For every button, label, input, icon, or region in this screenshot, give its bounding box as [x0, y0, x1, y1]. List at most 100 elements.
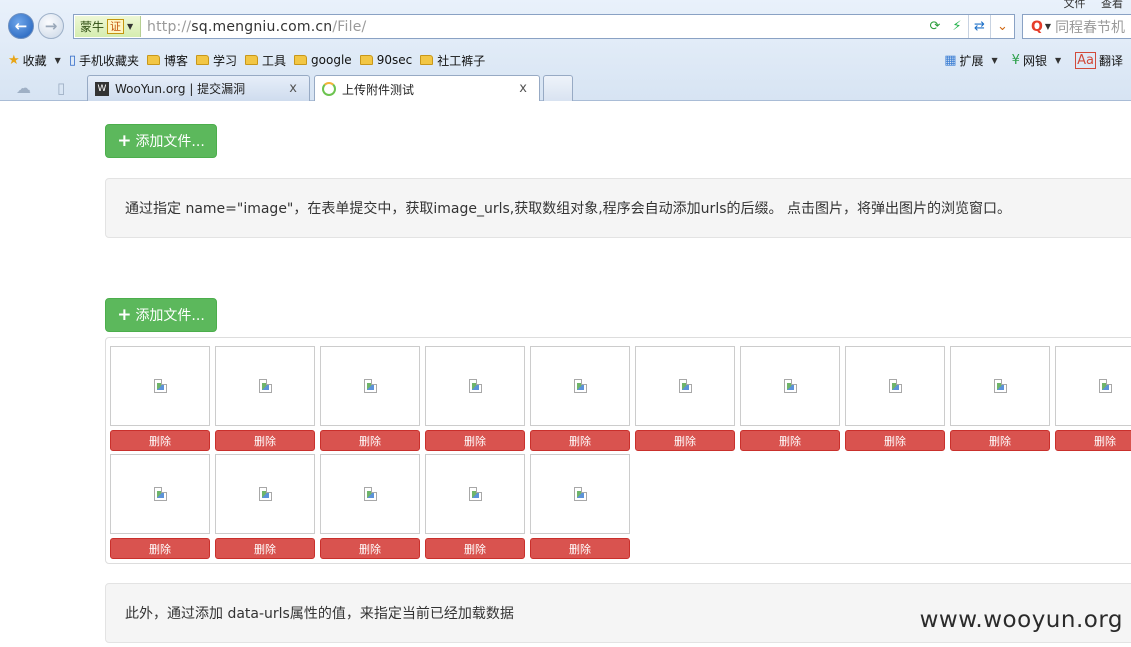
thumbnail-preview[interactable]	[110, 454, 210, 534]
delete-button[interactable]: 删除	[110, 430, 210, 451]
search-box[interactable]: Q ▼ 同程春节机	[1022, 14, 1131, 39]
toolbar-right: ▦ 扩展 ▼ ¥ 网银 ▼ Aa 翻译	[930, 48, 1123, 72]
browser-chrome: 文件 查看 ← → 蒙牛 证 ▼ http://sq.mengniu.com.c…	[0, 0, 1131, 102]
favorite-label: 学习	[213, 53, 238, 68]
favorite-folder-tools[interactable]: 工具	[245, 52, 286, 69]
site-certificate-badge[interactable]: 蒙牛 证 ▼	[75, 16, 141, 37]
delete-button[interactable]: 删除	[740, 430, 840, 451]
favorite-mobile[interactable]: ▯ 手机收藏夹	[69, 52, 139, 69]
back-button[interactable]: ←	[8, 13, 34, 39]
thumbnail-preview[interactable]	[530, 454, 630, 534]
delete-button[interactable]: 删除	[845, 430, 945, 451]
speed-mode-icon[interactable]: ⚡	[946, 15, 968, 38]
image-thumbnail: 删除	[425, 346, 525, 451]
delete-button[interactable]: 删除	[215, 430, 315, 451]
online-banking-label: 网银	[1022, 53, 1047, 68]
favorite-folder-social[interactable]: 社工裤子	[420, 52, 485, 69]
thumbnail-preview[interactable]	[740, 346, 840, 426]
thumbnail-preview[interactable]	[635, 346, 735, 426]
favorite-folder-90sec[interactable]: 90sec	[359, 53, 412, 67]
page-content: + 添加文件... 通过指定 name="image"，在表单提交中，获取ima…	[0, 101, 1131, 647]
translate-label: 翻译	[1098, 53, 1123, 68]
image-thumbnail: 删除	[320, 346, 420, 451]
favorites-label: 收藏	[22, 53, 47, 68]
broken-image-icon	[258, 379, 272, 393]
favorite-label: 手机收藏夹	[78, 53, 139, 68]
online-banking-menu[interactable]: ¥ 网银 ▼	[1012, 52, 1061, 69]
compatibility-mode-icon[interactable]: ⇄	[968, 15, 990, 38]
add-file-button[interactable]: + 添加文件...	[105, 124, 217, 158]
thumbnail-preview[interactable]	[425, 346, 525, 426]
chevron-down-icon: ▼	[1054, 55, 1062, 65]
broken-image-icon	[153, 487, 167, 501]
favorite-folder-blog[interactable]: 博客	[147, 52, 188, 69]
tab-upload-test[interactable]: 上传附件测试 x	[314, 75, 540, 102]
navigation-bar: ← → 蒙牛 证 ▼ http://sq.mengniu.com.cn/File…	[0, 10, 1131, 44]
chevron-down-icon: ▼	[127, 22, 134, 31]
title-bar: 文件 查看	[0, 0, 1131, 10]
forward-arrow-icon: →	[44, 17, 58, 35]
new-tab-button[interactable]	[543, 75, 573, 101]
url-text[interactable]: http://sq.mengniu.com.cn/File/	[147, 19, 366, 35]
thumbnail-preview[interactable]	[215, 454, 315, 534]
thumbnail-preview[interactable]	[110, 346, 210, 426]
address-bar[interactable]: 蒙牛 证 ▼ http://sq.mengniu.com.cn/File/ ⟳ …	[73, 14, 1015, 39]
delete-button[interactable]: 删除	[530, 430, 630, 451]
broken-image-icon	[573, 379, 587, 393]
device-icon[interactable]: ▯	[57, 79, 65, 97]
thumbnail-preview[interactable]	[1055, 346, 1131, 426]
thumbnail-preview[interactable]	[845, 346, 945, 426]
watermark: www.wooyun.org	[919, 607, 1123, 633]
add-file-button[interactable]: + 添加文件...	[105, 298, 217, 332]
tab-title: WooYun.org | 提交漏洞	[115, 82, 246, 96]
tab-wooyun[interactable]: W WooYun.org | 提交漏洞 x	[87, 75, 310, 101]
refresh-icon[interactable]: ⟳	[924, 15, 946, 38]
delete-button[interactable]: 删除	[215, 538, 315, 559]
broken-image-icon	[468, 379, 482, 393]
delete-button[interactable]: 删除	[950, 430, 1050, 451]
data-urls-note-text: 此外，通过添加 data-urls属性的值，来指定当前已经加载数据	[125, 606, 514, 622]
image-thumbnail: 删除	[215, 346, 315, 451]
back-arrow-icon: ←	[14, 17, 28, 35]
broken-image-icon	[468, 487, 482, 501]
broken-image-icon	[993, 379, 1007, 393]
favorites-menu[interactable]: ★ 收藏 ▼	[8, 52, 61, 69]
favorite-folder-google[interactable]: google	[294, 53, 352, 67]
delete-button[interactable]: 删除	[425, 538, 525, 559]
delete-button[interactable]: 删除	[530, 538, 630, 559]
close-icon[interactable]: x	[519, 81, 527, 96]
folder-icon	[147, 55, 160, 65]
folder-icon	[294, 55, 308, 65]
thumbnail-preview[interactable]	[215, 346, 315, 426]
menu-view[interactable]: 查看	[1101, 0, 1123, 10]
thumbnail-preview[interactable]	[320, 454, 420, 534]
favorite-folder-study[interactable]: 学习	[196, 52, 237, 69]
forward-button[interactable]: →	[38, 13, 64, 39]
image-thumbnail: 删除	[530, 346, 630, 451]
delete-button[interactable]: 删除	[1055, 430, 1131, 451]
thumbnail-preview[interactable]	[425, 454, 525, 534]
delete-button[interactable]: 删除	[635, 430, 735, 451]
delete-button[interactable]: 删除	[320, 430, 420, 451]
thumbnail-preview[interactable]	[320, 346, 420, 426]
delete-button[interactable]: 删除	[320, 538, 420, 559]
image-thumbnail: 删除	[215, 454, 315, 559]
translate-button[interactable]: Aa 翻译	[1075, 51, 1123, 69]
extensions-menu[interactable]: ▦ 扩展 ▼	[944, 52, 997, 69]
thumbnail-preview[interactable]	[530, 346, 630, 426]
address-dropdown-icon[interactable]: ⌄	[990, 15, 1014, 38]
address-bar-actions: ⟳ ⚡ ⇄ ⌄	[924, 15, 1014, 38]
folder-icon	[359, 55, 373, 65]
tab-bar: ☁ ▯ W WooYun.org | 提交漏洞 x 上传附件测试 x	[0, 74, 1131, 102]
menu-file[interactable]: 文件	[1064, 0, 1086, 10]
broken-image-icon	[363, 379, 377, 393]
broken-image-icon	[783, 379, 797, 393]
image-thumbnail: 删除	[320, 454, 420, 559]
thumbnail-preview[interactable]	[950, 346, 1050, 426]
delete-button[interactable]: 删除	[110, 538, 210, 559]
chevron-down-icon: ▼	[1044, 22, 1052, 31]
close-icon[interactable]: x	[289, 81, 297, 96]
search-placeholder: 同程春节机	[1055, 19, 1126, 36]
delete-button[interactable]: 删除	[425, 430, 525, 451]
cloud-icon[interactable]: ☁	[16, 79, 31, 97]
